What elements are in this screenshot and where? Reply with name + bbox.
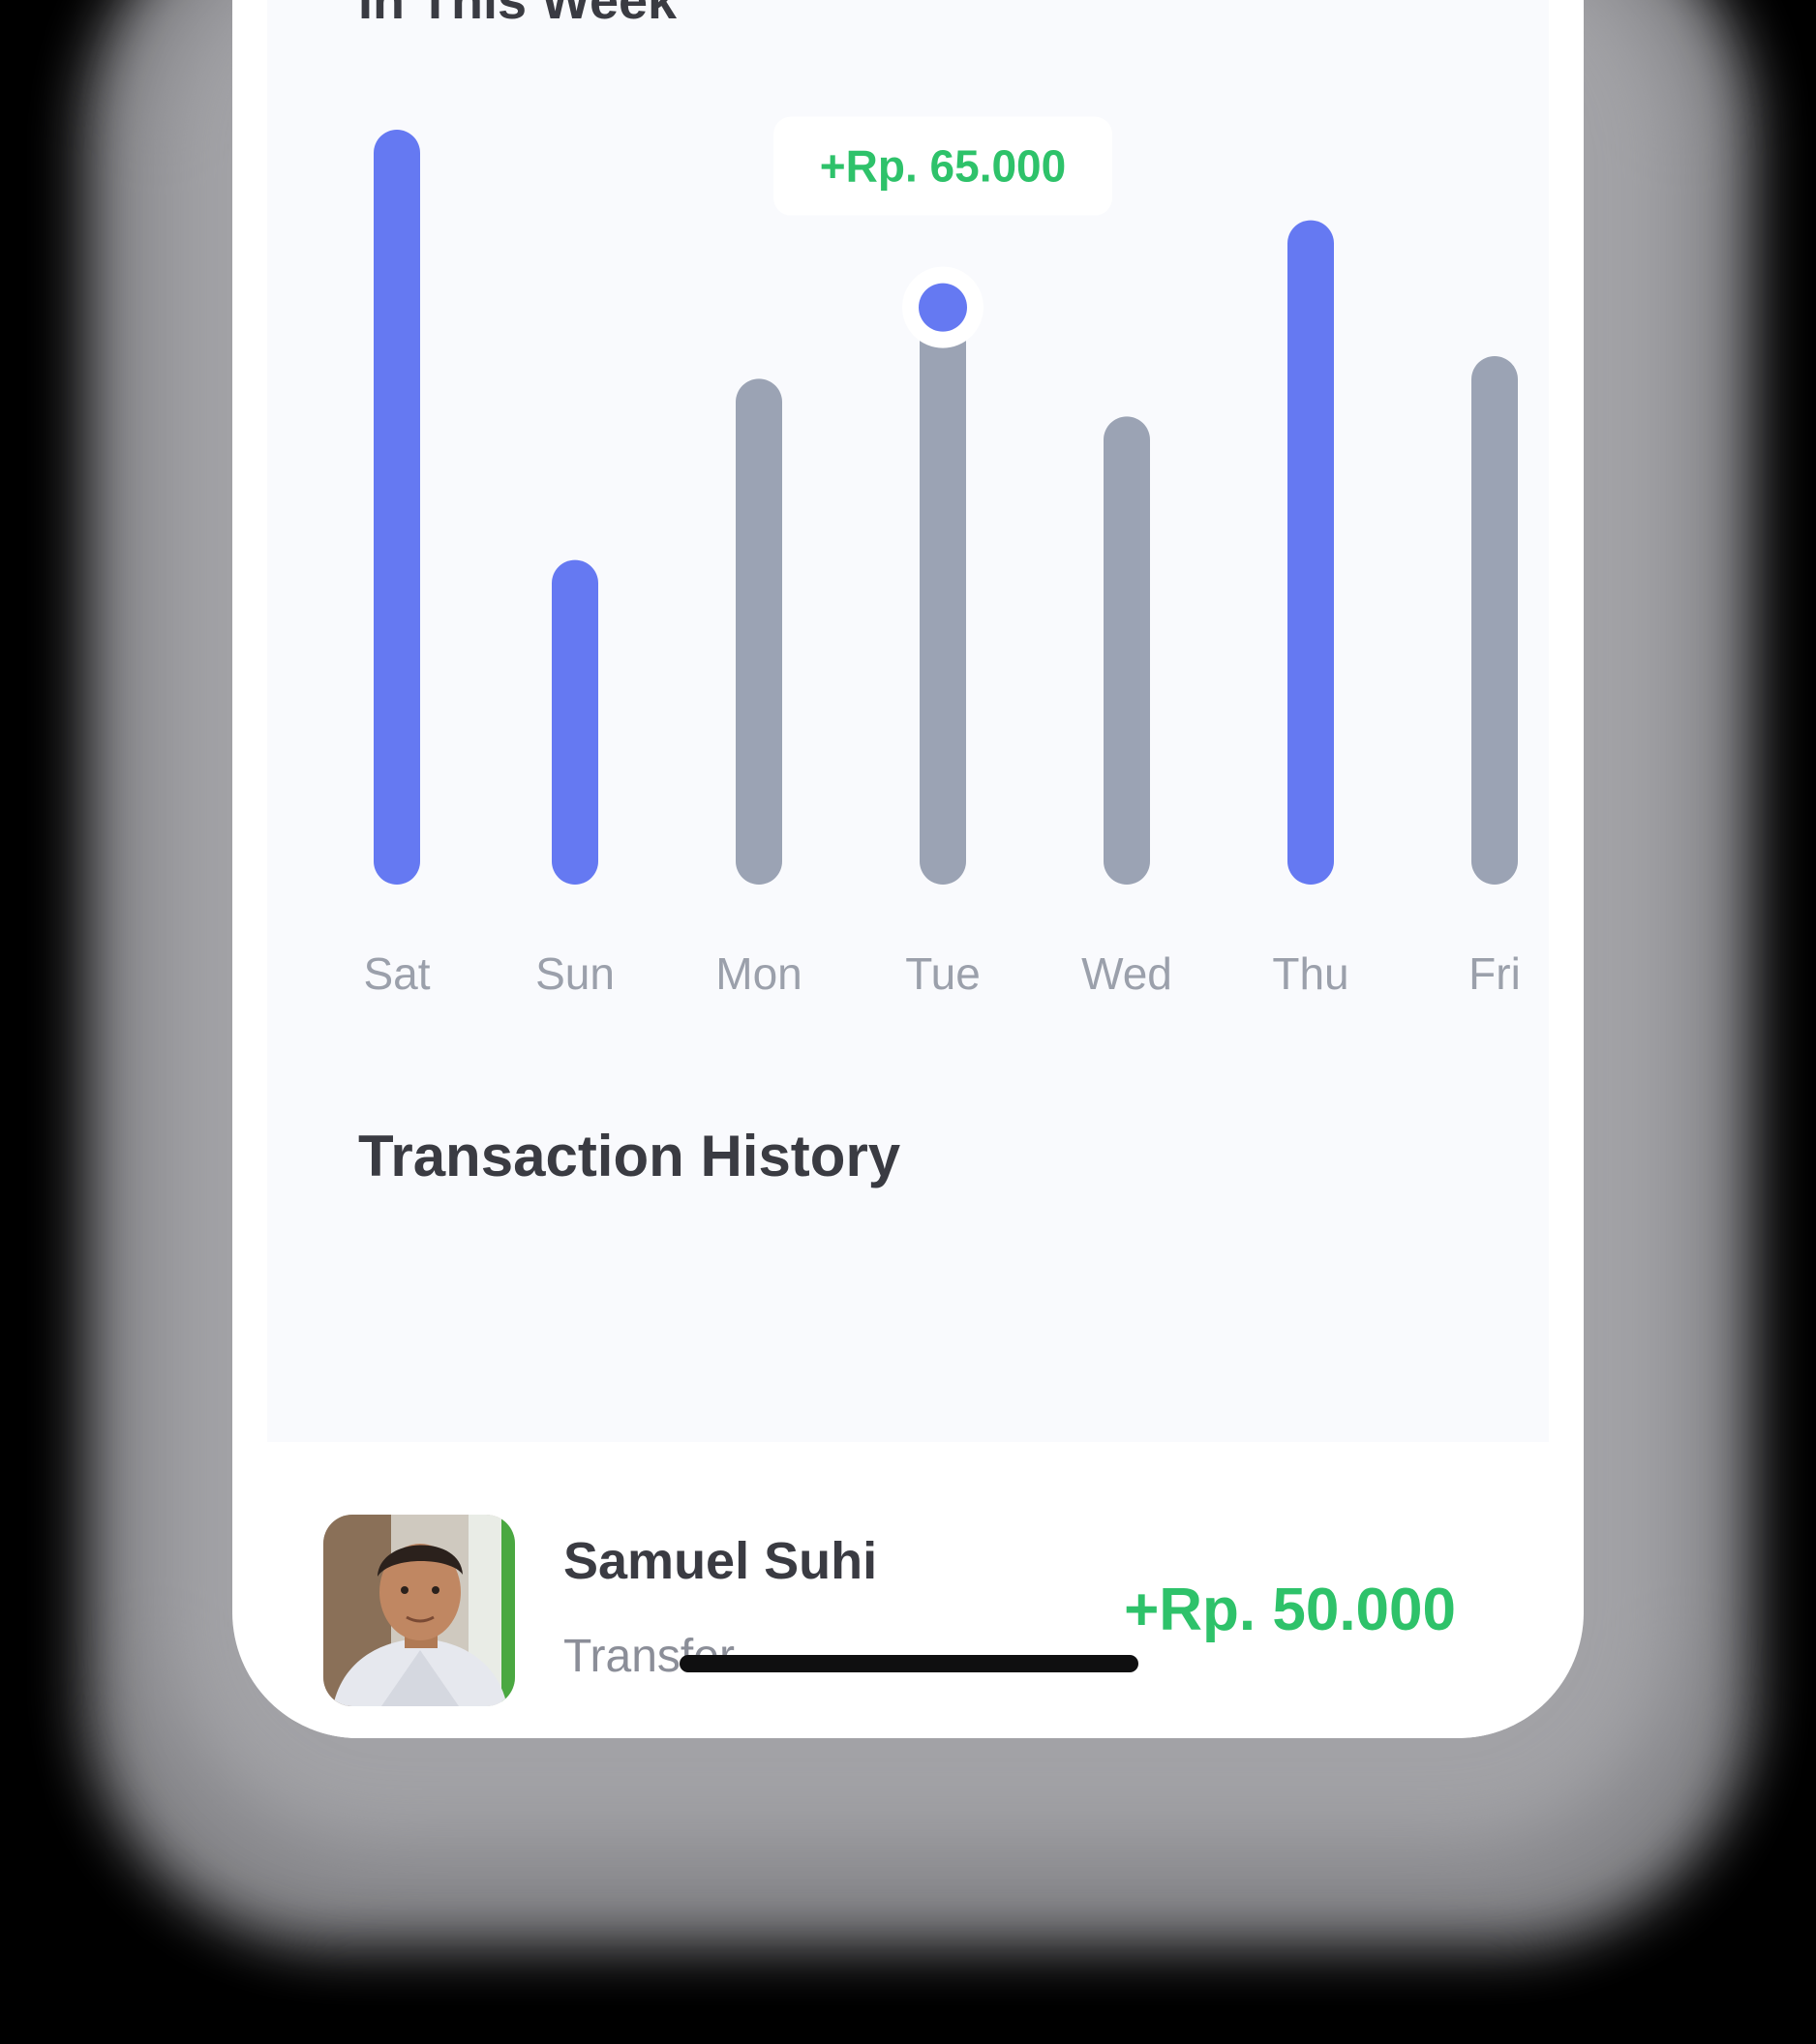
transaction-name: Samuel Suhi	[563, 1532, 878, 1590]
home-indicator[interactable]	[680, 1655, 1138, 1672]
weekly-bar-chart: Sat Sun Mon Tue Wed Thu Fri +Rp. 65.000	[363, 116, 1521, 999]
phone-frame: In This Week Sat Sun Mon Tue Wed Thu Fri +Rp. 6…	[232, 0, 1584, 1738]
axis-label-wed: Wed	[1081, 948, 1172, 999]
transaction-item[interactable]: Samuel Suhi Transfer +Rp. 50.000	[267, 1442, 1549, 1738]
transaction-history-title: Transaction History	[358, 1124, 901, 1188]
bar-sun[interactable]	[552, 559, 598, 885]
axis-label-mon: Mon	[715, 948, 802, 999]
transaction-amount: +Rp. 50.000	[1124, 1577, 1456, 1643]
bar-fri[interactable]	[1471, 356, 1518, 885]
axis-label-tue: Tue	[905, 948, 981, 999]
axis-label-thu: Thu	[1272, 948, 1348, 999]
axis-label-fri: Fri	[1468, 948, 1521, 999]
selected-point[interactable]	[919, 283, 967, 332]
app-screen: In This Week Sat Sun Mon Tue Wed Thu Fri +Rp. 6…	[267, 0, 1549, 1442]
bar-wed[interactable]	[1104, 416, 1150, 885]
bar-mon[interactable]	[736, 378, 782, 885]
bar-tue[interactable]	[920, 295, 966, 886]
bar-sat[interactable]	[374, 130, 420, 885]
bar-thu[interactable]	[1287, 220, 1334, 886]
avatar	[323, 1515, 515, 1706]
axis-label-sun: Sun	[535, 948, 615, 999]
axis-label-sat: Sat	[363, 948, 430, 999]
tooltip-value: +Rp. 65.000	[820, 141, 1066, 192]
user-photo-icon	[323, 1515, 515, 1706]
